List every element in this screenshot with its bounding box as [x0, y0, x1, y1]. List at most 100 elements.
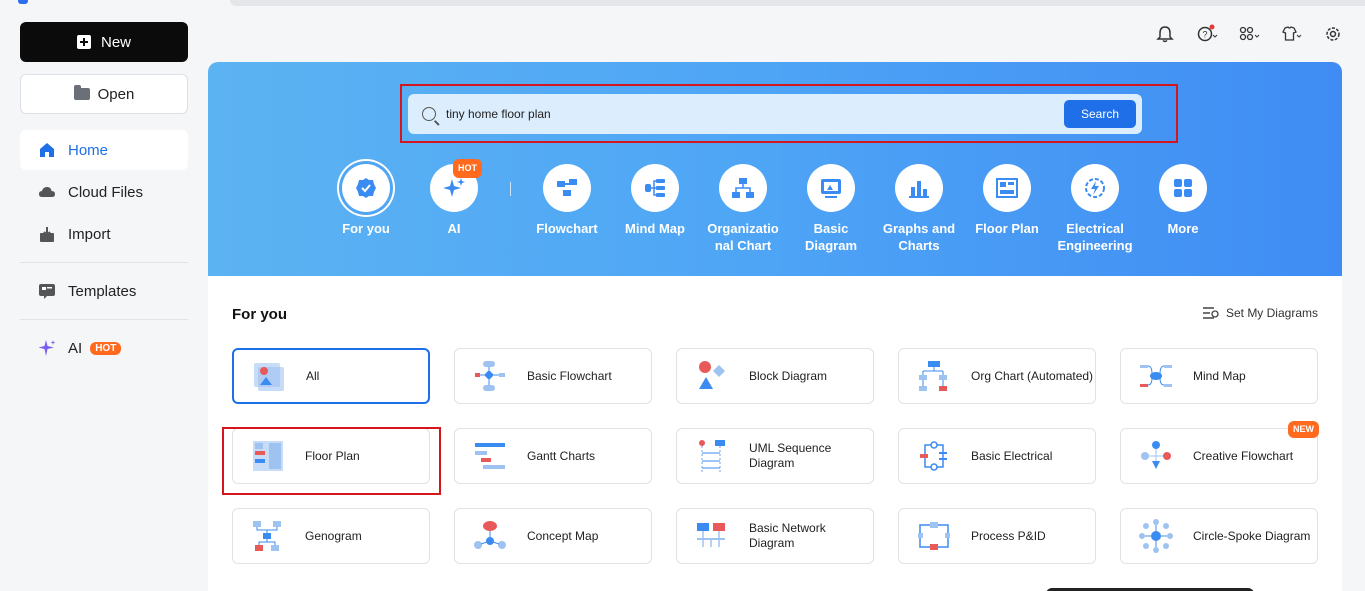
category-label: Electrical Engineering [1057, 221, 1133, 253]
card-label: Basic Flowchart [527, 368, 612, 383]
cloud-icon [39, 187, 55, 197]
electrical-icon [1085, 178, 1105, 198]
templates-icon [39, 284, 55, 299]
new-button[interactable]: New [20, 22, 188, 62]
template-card-block-diagram[interactable]: Block Diagram [676, 348, 874, 404]
settings-list-icon [1202, 307, 1219, 319]
block-diagram-icon [699, 361, 725, 389]
sidebar-divider [20, 319, 188, 320]
sidebar-item-label: AI [68, 339, 83, 357]
creative-flowchart-icon [1141, 441, 1171, 469]
for-you-badge-icon [356, 178, 376, 198]
card-label: Genogram [305, 528, 362, 543]
card-label: UML Sequence Diagram [749, 441, 832, 470]
template-card-basic-flowchart[interactable]: Basic Flowchart [454, 348, 652, 404]
template-card-concept-map[interactable]: Concept Map [454, 508, 652, 564]
template-card-org-chart[interactable]: Org Chart (Automated) [898, 348, 1096, 404]
search-input[interactable] [446, 107, 1046, 121]
mind-map-icon [1140, 365, 1172, 387]
org-chart-icon [919, 361, 947, 391]
concept-map-icon [474, 521, 506, 549]
category-label: Graphs and Charts [882, 221, 956, 253]
all-templates-icon [254, 363, 284, 391]
template-card-gantt-charts[interactable]: Gantt Charts [454, 428, 652, 484]
sidebar-item-home[interactable]: Home [20, 130, 188, 170]
settings-gear-icon[interactable] [1321, 24, 1345, 44]
search-button[interactable]: Search [1064, 100, 1136, 128]
flowchart-icon [557, 179, 577, 196]
plus-icon [76, 35, 91, 49]
uml-sequence-icon [699, 440, 725, 472]
help-icon[interactable]: ? [1195, 24, 1219, 44]
ai-sparkle-icon [443, 178, 465, 197]
new-badge: NEW [1288, 421, 1319, 438]
org-chart-icon [732, 178, 754, 198]
category-label: AI [447, 221, 461, 236]
search-icon [422, 107, 436, 121]
category-label: For you [342, 221, 390, 236]
template-card-all[interactable]: All [232, 348, 430, 404]
category-ai[interactable]: HOT AI [409, 159, 499, 237]
template-card-genogram[interactable]: Genogram [232, 508, 430, 564]
genogram-icon [253, 521, 281, 551]
category-label: Mind Map [625, 221, 685, 236]
circle-spoke-icon [1139, 519, 1173, 553]
category-more[interactable]: More [1138, 164, 1228, 237]
category-mind-map[interactable]: Mind Map [610, 164, 700, 237]
hot-badge: HOT [453, 159, 482, 178]
ai-sparkle-icon [38, 340, 56, 356]
mind-map-icon [645, 179, 665, 197]
category-flowchart[interactable]: Flowchart [522, 164, 612, 237]
floor-plan-highlight-outline [222, 427, 441, 495]
card-label: Circle-Spoke Diagram [1193, 528, 1311, 543]
home-icon [40, 143, 54, 157]
category-organizational-chart[interactable]: Organizatio nal Chart [698, 164, 788, 254]
category-label: Flowchart [536, 221, 598, 236]
card-label: Creative Flowchart [1193, 448, 1294, 463]
sidebar-item-label: Home [68, 141, 109, 159]
open-button[interactable]: Open [20, 74, 188, 114]
template-card-circle-spoke[interactable]: Circle-Spoke Diagram [1120, 508, 1318, 564]
process-pid-icon [918, 522, 950, 550]
svg-text:?: ? [1202, 30, 1207, 40]
electrical-circuit-icon [920, 441, 947, 471]
template-card-creative-flowchart[interactable]: Creative Flowchart NEW [1120, 421, 1319, 484]
top-toolbar: ? [1153, 24, 1345, 44]
sidebar-item-templates[interactable]: Templates [20, 271, 188, 311]
search-bar: Search [408, 94, 1142, 134]
shirt-theme-icon[interactable] [1279, 24, 1303, 44]
category-basic-diagram[interactable]: Basic Diagram [786, 164, 876, 254]
category-graphs-and-charts[interactable]: Graphs and Charts [874, 164, 964, 254]
import-icon [40, 227, 54, 242]
template-card-basic-network[interactable]: Basic Network Diagram [676, 508, 874, 564]
selected-category-caret [354, 166, 378, 176]
basic-flowchart-icon [475, 361, 505, 391]
category-separator [510, 182, 511, 196]
template-card-uml-sequence[interactable]: UML Sequence Diagram [676, 428, 874, 484]
bell-icon[interactable] [1153, 24, 1177, 44]
network-diagram-icon [697, 523, 725, 547]
template-card-basic-electrical[interactable]: Basic Electrical [898, 428, 1096, 484]
category-label: Organizatio nal Chart [707, 221, 779, 253]
template-card-mind-map[interactable]: Mind Map [1120, 348, 1318, 404]
apps-grid-icon[interactable] [1237, 24, 1261, 44]
folder-icon [73, 85, 90, 100]
floor-plan-icon [996, 178, 1018, 198]
set-my-diagrams-button[interactable]: Set My Diagrams [1202, 306, 1318, 320]
sidebar-item-label: Import [68, 225, 111, 243]
hot-badge: HOT [90, 341, 122, 355]
gantt-chart-icon [475, 443, 505, 469]
new-button-label: New [100, 33, 131, 51]
tab-bar [230, 0, 1365, 6]
hero-banner: Search For you HOT AI Flowchart Mind Map… [208, 62, 1342, 276]
template-card-process-pid[interactable]: Process P&ID [898, 508, 1096, 564]
category-electrical-engineering[interactable]: Electrical Engineering [1050, 164, 1140, 254]
open-button-label: Open [97, 85, 135, 103]
sidebar-item-import[interactable]: Import [20, 214, 188, 254]
card-label: Org Chart (Automated) [971, 368, 1094, 383]
category-bar: For you HOT AI Flowchart Mind Map Organi… [208, 159, 1342, 276]
sidebar-item-ai[interactable]: AI HOT [20, 328, 188, 368]
card-label: Gantt Charts [527, 448, 596, 463]
sidebar-item-cloud-files[interactable]: Cloud Files [20, 172, 188, 212]
category-floor-plan[interactable]: Floor Plan [962, 164, 1052, 237]
